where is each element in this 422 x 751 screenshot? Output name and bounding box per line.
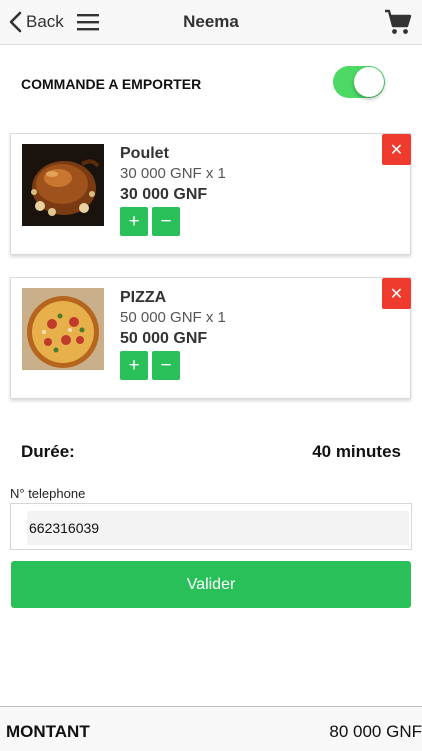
increase-button[interactable]: + xyxy=(120,351,148,380)
decrease-button[interactable]: − xyxy=(152,207,180,236)
increase-button[interactable]: + xyxy=(120,207,148,236)
amount-label: MONTANT xyxy=(6,722,90,741)
item-total: 30 000 GNF xyxy=(120,186,208,203)
cart-icon[interactable] xyxy=(384,8,412,41)
phone-input[interactable] xyxy=(27,511,409,545)
item-info: Poulet 30 000 GNF x 1 30 000 GNF xyxy=(120,144,226,206)
decrease-button[interactable]: − xyxy=(152,351,180,380)
cart-item-pizza: PIZZA 50 000 GNF x 1 50 000 GNF + − ✕ xyxy=(10,277,411,399)
phone-field-wrapper xyxy=(10,503,412,550)
quantity-controls: + − xyxy=(120,351,180,380)
remove-item-button[interactable]: ✕ xyxy=(382,134,411,165)
item-total: 50 000 GNF xyxy=(120,330,208,347)
item-info: PIZZA 50 000 GNF x 1 50 000 GNF xyxy=(120,288,226,350)
cart-item-poulet: Poulet 30 000 GNF x 1 30 000 GNF + − ✕ xyxy=(10,133,411,255)
item-unit-price: 50 000 GNF x 1 xyxy=(120,309,226,326)
takeaway-toggle[interactable] xyxy=(333,66,385,98)
remove-item-button[interactable]: ✕ xyxy=(382,278,411,309)
item-name: PIZZA xyxy=(120,289,167,306)
item-unit-price: 30 000 GNF x 1 xyxy=(120,165,226,182)
validate-button[interactable]: Valider xyxy=(11,561,411,608)
top-bar: Back Neema xyxy=(0,0,422,45)
poulet-image xyxy=(22,144,104,226)
duration-label: Durée: xyxy=(21,442,75,461)
quantity-controls: + − xyxy=(120,207,180,236)
takeaway-label: COMMANDE A EMPORTER xyxy=(21,76,202,92)
pizza-image xyxy=(22,288,104,370)
duration-value: 40 minutes xyxy=(312,442,401,461)
toggle-knob xyxy=(354,67,384,97)
takeaway-row: COMMANDE A EMPORTER xyxy=(0,62,422,104)
chevron-left-icon xyxy=(9,11,22,33)
footer-total-bar: MONTANT 80 000 GNF xyxy=(0,706,422,751)
back-label: Back xyxy=(26,12,64,31)
back-button[interactable]: Back xyxy=(8,10,64,34)
menu-icon[interactable] xyxy=(76,12,100,37)
phone-label: N° telephone xyxy=(10,486,86,501)
amount-value: 80 000 GNF xyxy=(329,722,422,741)
item-name: Poulet xyxy=(120,145,169,162)
